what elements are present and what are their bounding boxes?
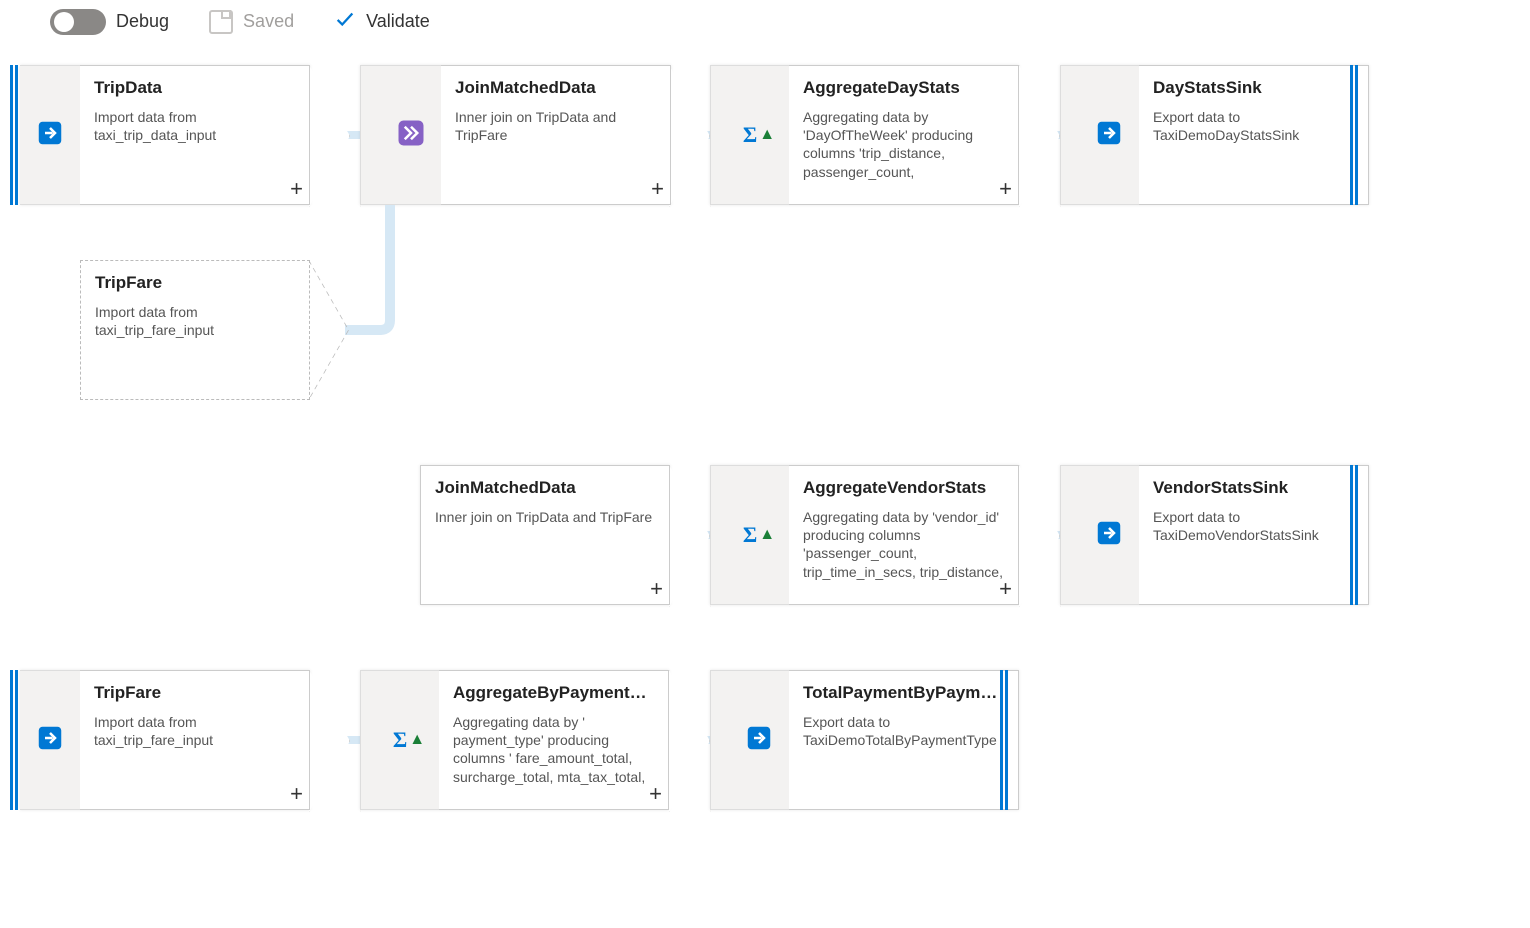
node-title: AggregateByPaymentTy… [453,683,654,703]
node-icon-box: Σ▲ [360,670,439,810]
toolbar: Debug Saved Validate [0,0,1530,55]
node-icon-box [1060,465,1139,605]
node-icon-box: Σ▲ [710,65,789,205]
saved-label: Saved [243,11,294,32]
add-transformation-button[interactable]: + [649,783,662,805]
node-title: AggregateVendorStats [803,478,1004,498]
node-desc: Export data to TaxiDemoDayStatsSink [1153,108,1354,144]
saved-status: Saved [209,10,294,34]
add-transformation-button[interactable]: + [999,578,1012,600]
dataflow-canvas[interactable]: TripData Import data from taxi_trip_data… [0,55,1530,915]
node-icon-box [360,65,441,205]
node-title: TotalPaymentByPaymen… [803,683,1004,703]
sink-icon [1094,518,1124,553]
debug-label: Debug [116,11,169,32]
node-chevron [309,670,350,812]
node-aggregate-day[interactable]: Σ▲ AggregateDayStats Aggregating data by… [710,65,1019,205]
sink-icon [1094,118,1124,153]
node-aggregate-payment[interactable]: Σ▲ AggregateByPaymentTy… Aggregating dat… [360,670,669,810]
aggregate-icon: Σ▲ [393,727,425,753]
node-title: TripData [94,78,295,98]
node-desc: Export data to TaxiDemoTotalByPaymentTyp… [803,713,1004,749]
aggregate-icon: Σ▲ [743,522,775,548]
source-icon [35,723,65,758]
add-transformation-button[interactable]: + [290,783,303,805]
node-tripdata[interactable]: TripData Import data from taxi_trip_data… [20,65,310,205]
node-icon-box [20,65,80,205]
node-chevron [669,465,710,607]
node-desc: Import data from taxi_trip_data_input [94,108,295,144]
node-day-sink[interactable]: DayStatsSink Export data to TaxiDemoDayS… [1060,65,1369,205]
node-payment-sink[interactable]: TotalPaymentByPaymen… Export data to Tax… [710,670,1019,810]
add-transformation-button[interactable]: + [290,178,303,200]
node-chevron [669,65,710,207]
pipeline-end-marker [1350,465,1360,605]
node-icon-box [20,670,80,810]
sink-icon [744,723,774,758]
check-icon [334,8,356,35]
node-chevron [1019,465,1060,607]
debug-toggle-group: Debug [50,9,169,35]
node-chevron [1019,65,1060,207]
pipeline-end-marker [1000,670,1010,810]
node-desc: Import data from taxi_trip_fare_input [94,713,295,749]
aggregate-icon: Σ▲ [743,122,775,148]
add-transformation-button[interactable]: + [650,578,663,600]
pipeline-start-marker [10,65,20,205]
node-title: AggregateDayStats [803,78,1004,98]
node-icon-box: Σ▲ [710,465,789,605]
node-desc: Inner join on TripData and TripFare [435,508,655,526]
node-title: VendorStatsSink [1153,478,1354,498]
source-icon [35,118,65,153]
node-icon-box [1060,65,1139,205]
node-aggregate-vendor[interactable]: Σ▲ AggregateVendorStats Aggregating data… [710,465,1019,605]
node-title: JoinMatchedData [455,78,656,98]
node-join-2[interactable]: JoinMatchedData Inner join on TripData a… [420,465,670,605]
join-icon [396,118,426,153]
node-chevron [669,670,710,812]
node-tripfare[interactable]: TripFare Import data from taxi_trip_fare… [20,670,310,810]
node-desc: Aggregating data by ' payment_type' prod… [453,713,654,786]
node-title: JoinMatchedData [435,478,655,498]
pipeline-end-marker [1350,65,1360,205]
add-transformation-button[interactable]: + [651,178,664,200]
add-transformation-button[interactable]: + [999,178,1012,200]
node-desc: Aggregating data by 'vendor_id' producin… [803,508,1004,581]
node-desc: Import data from taxi_trip_fare_input [95,303,295,339]
node-title: DayStatsSink [1153,78,1354,98]
node-desc: Inner join on TripData and TripFare [455,108,656,144]
node-icon-box [710,670,789,810]
node-tripfare-reference[interactable]: TripFare Import data from taxi_trip_fare… [80,260,310,400]
pipeline-start-marker [10,670,20,810]
validate-button[interactable]: Validate [334,8,430,35]
node-desc: Export data to TaxiDemoVendorStatsSink [1153,508,1354,544]
validate-label: Validate [366,11,430,32]
debug-toggle[interactable] [50,9,106,35]
node-title: TripFare [95,273,295,293]
node-title: TripFare [94,683,295,703]
node-desc: Aggregating data by 'DayOfTheWeek' produ… [803,108,1004,181]
node-join-1[interactable]: JoinMatchedData Inner join on TripData a… [360,65,671,205]
node-vendor-sink[interactable]: VendorStatsSink Export data to TaxiDemoV… [1060,465,1369,605]
save-icon [209,10,233,34]
